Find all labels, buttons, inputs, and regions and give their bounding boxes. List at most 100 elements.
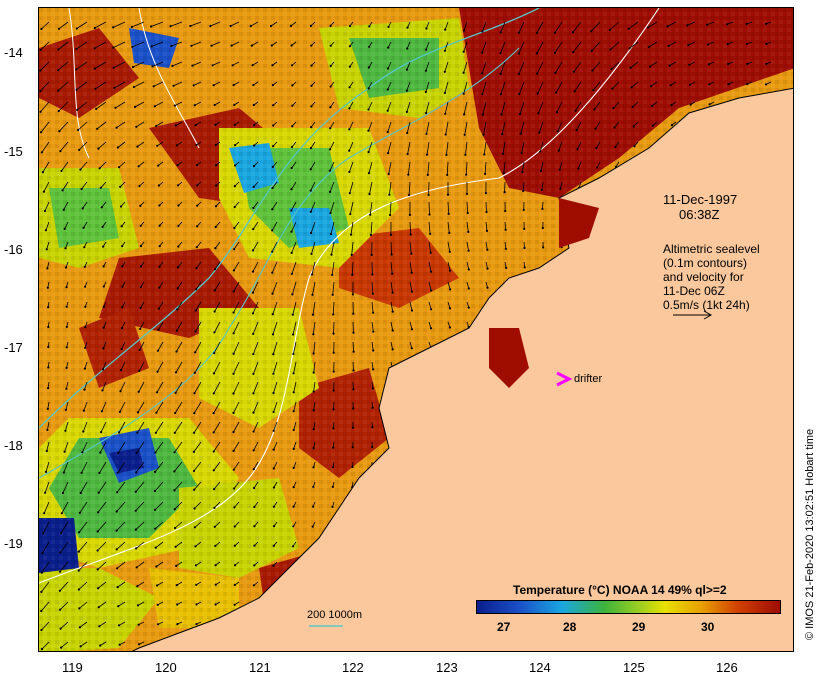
velocity-arrow-head: [290, 145, 294, 149]
velocity-arrow-head: [46, 428, 49, 431]
velocity-arrow-head: [387, 172, 390, 176]
velocity-arrow-head: [486, 267, 489, 270]
velocity-arrow: [333, 321, 335, 334]
velocity-arrow-head: [251, 291, 255, 294]
velocity-arrow-head: [64, 408, 67, 411]
velocity-arrow-head: [536, 72, 539, 75]
velocity-arrow-head: [290, 166, 293, 170]
velocity-arrow-head: [252, 353, 255, 356]
velocity-arrow-head: [390, 253, 393, 256]
velocity-arrow-head: [139, 265, 143, 268]
velocity-arrow-head: [176, 623, 179, 626]
velocity-arrow-head: [118, 431, 121, 434]
velocity-arrow-head: [271, 165, 274, 168]
velocity-arrow-head: [505, 266, 508, 269]
velocity-arrow-head: [57, 69, 60, 72]
velocity-arrow-head: [467, 306, 470, 309]
velocity-arrow-head: [214, 205, 218, 208]
velocity-arrow-head: [194, 124, 197, 127]
velocity-arrow-head: [649, 65, 652, 68]
velocity-arrow-head: [647, 45, 651, 49]
velocity-arrow-head: [131, 45, 134, 49]
velocity-arrow-head: [175, 564, 178, 568]
velocity-arrow-head: [348, 65, 351, 68]
velocity-arrow-head: [291, 64, 294, 67]
velocity-arrow-head: [79, 491, 82, 495]
velocity-arrow-head: [650, 85, 653, 88]
velocity-arrow-head: [367, 87, 370, 90]
velocity-arrow-head: [112, 26, 115, 29]
velocity-arrow-head: [215, 184, 218, 187]
velocity-arrow-head: [368, 45, 371, 48]
velocity-arrow-head: [121, 285, 124, 288]
velocity-arrow-head: [79, 645, 82, 648]
velocity-arrow-head: [369, 213, 372, 216]
velocity-arrow-head: [116, 146, 119, 149]
velocity-arrow-head: [82, 226, 85, 229]
velocity-arrow-head: [174, 526, 177, 530]
velocity-arrow-head: [43, 512, 46, 515]
velocity-arrow-head: [213, 289, 216, 292]
velocity-arrow-head: [462, 29, 465, 32]
velocity-arrow-head: [312, 333, 315, 336]
velocity-arrow-head: [40, 131, 43, 134]
velocity-arrow-head: [157, 307, 160, 310]
velocity-arrow-head: [387, 25, 390, 28]
velocity-arrow-head: [765, 42, 768, 46]
velocity-arrow-head: [430, 289, 433, 292]
velocity-arrow-head: [156, 144, 159, 147]
velocity-arrow-head: [252, 206, 255, 210]
velocity-arrow-head: [351, 293, 354, 296]
velocity-arrow-head: [292, 352, 295, 356]
velocity-arrow-head: [64, 429, 67, 432]
velocity-arrow-head: [391, 348, 394, 351]
velocity-arrow-head: [405, 110, 408, 113]
velocity-arrow-head: [707, 63, 710, 66]
velocity-arrow-head: [291, 313, 294, 316]
velocity-arrow-head: [270, 44, 273, 47]
velocity-arrow-head: [79, 168, 82, 171]
velocity-arrow-head: [348, 107, 351, 110]
velocity-arrow-head: [97, 147, 100, 150]
velocity-arrow-head: [214, 123, 217, 126]
velocity-arrow-head: [666, 25, 669, 28]
velocity-arrow-head: [40, 590, 43, 594]
velocity-arrow-head: [193, 507, 196, 510]
velocity-arrow-head: [45, 449, 48, 453]
velocity-arrow-head: [194, 330, 197, 333]
velocity-arrow-head: [539, 169, 543, 172]
velocity-arrow-head: [481, 93, 484, 96]
velocity-arrow-head: [75, 88, 78, 91]
velocity-arrow-head: [576, 148, 579, 151]
velocity-arrow-head: [520, 151, 523, 154]
velocity-arrow-head: [97, 491, 100, 494]
velocity-arrow-head: [292, 391, 295, 394]
velocity-arrow-head: [157, 328, 160, 331]
colorbar-tick: 30: [701, 620, 715, 634]
velocity-arrow-head: [138, 184, 141, 188]
velocity-arrow-head: [559, 187, 562, 190]
velocity-arrow-head: [444, 28, 447, 31]
velocity-arrow-head: [389, 233, 392, 236]
velocity-arrow-head: [100, 431, 103, 434]
velocity-arrow-head: [84, 285, 87, 288]
velocity-arrow-head: [467, 268, 470, 271]
velocity-arrow-head: [196, 204, 199, 207]
velocity-arrow-head: [330, 253, 333, 256]
velocity-arrow-head: [40, 609, 43, 613]
velocity-arrow-head: [156, 584, 159, 587]
velocity-arrow-head: [332, 446, 335, 449]
velocity-arrow-head: [101, 389, 104, 392]
velocity-arrow-head: [150, 25, 153, 28]
lon-label: 126: [716, 660, 738, 675]
velocity-arrow-head: [539, 150, 542, 153]
velocity-arrow-head: [271, 250, 274, 253]
velocity-arrow-head: [541, 226, 544, 230]
velocity-arrow-head: [429, 232, 432, 235]
velocity-arrow-head: [430, 308, 433, 311]
velocity-arrow-head: [234, 144, 237, 147]
velocity-arrow-head: [596, 166, 599, 169]
velocity-arrow-head: [41, 552, 44, 555]
velocity-arrow-head: [309, 24, 312, 27]
velocity-arrow-head: [98, 167, 101, 170]
